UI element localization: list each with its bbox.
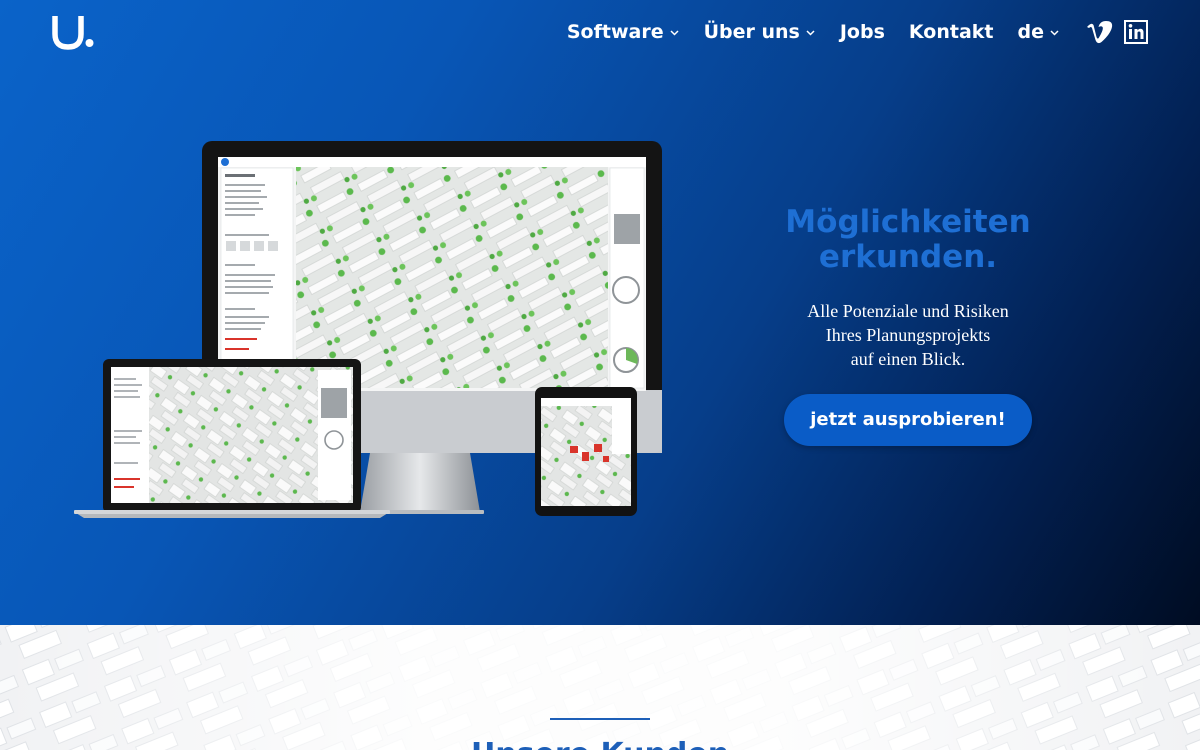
- subtext-line: Ihres Planungsprojekts: [825, 325, 991, 345]
- customers-section: Unsere Kunden: [0, 625, 1200, 750]
- nav-item-label: Kontakt: [908, 21, 994, 43]
- u-dot-logo-icon[interactable]: [52, 14, 96, 50]
- vimeo-icon: [1087, 21, 1113, 44]
- hero-headline: Möglichkeiten erkunden.: [760, 205, 1056, 275]
- section-divider: [550, 718, 650, 720]
- language-switcher[interactable]: de: [1018, 21, 1061, 43]
- nav-item-label: Über uns: [703, 21, 800, 43]
- section-heading: Unsere Kunden: [0, 737, 1200, 750]
- chevron-down-icon: [806, 29, 815, 36]
- main-nav: Software Über uns Jobs Kontakt de: [567, 18, 1148, 46]
- hero-section: Software Über uns Jobs Kontakt de Möglic…: [0, 0, 1200, 625]
- linkedin-icon: [1124, 20, 1148, 44]
- try-now-button[interactable]: jetzt ausprobieren!: [784, 394, 1032, 446]
- subtext-line: Alle Potenziale und Risiken: [807, 301, 1009, 321]
- device-mockup-image: [74, 141, 662, 518]
- nav-item-label: Jobs: [839, 21, 885, 43]
- hero-cta-block: Möglichkeiten erkunden. Alle Potenziale …: [760, 205, 1056, 446]
- subtext-line: auf einen Blick.: [850, 349, 966, 369]
- chevron-down-icon: [1050, 29, 1059, 36]
- language-label: de: [1017, 21, 1045, 43]
- nav-item-kontakt[interactable]: Kontakt: [909, 21, 994, 43]
- nav-item-label: Software: [566, 21, 664, 43]
- headline-line: erkunden.: [818, 239, 998, 275]
- nav-item-jobs[interactable]: Jobs: [840, 21, 885, 43]
- headline-line: Möglichkeiten: [785, 204, 1031, 240]
- nav-item-software[interactable]: Software: [567, 21, 680, 43]
- nav-item-ueber-uns[interactable]: Über uns: [704, 21, 816, 43]
- vimeo-link[interactable]: [1086, 20, 1114, 44]
- linkedin-link[interactable]: [1124, 20, 1148, 44]
- chevron-down-icon: [670, 29, 679, 36]
- city-map-background-image: [0, 625, 1200, 750]
- hero-subtext: Alle Potenziale und Risiken Ihres Planun…: [760, 299, 1056, 371]
